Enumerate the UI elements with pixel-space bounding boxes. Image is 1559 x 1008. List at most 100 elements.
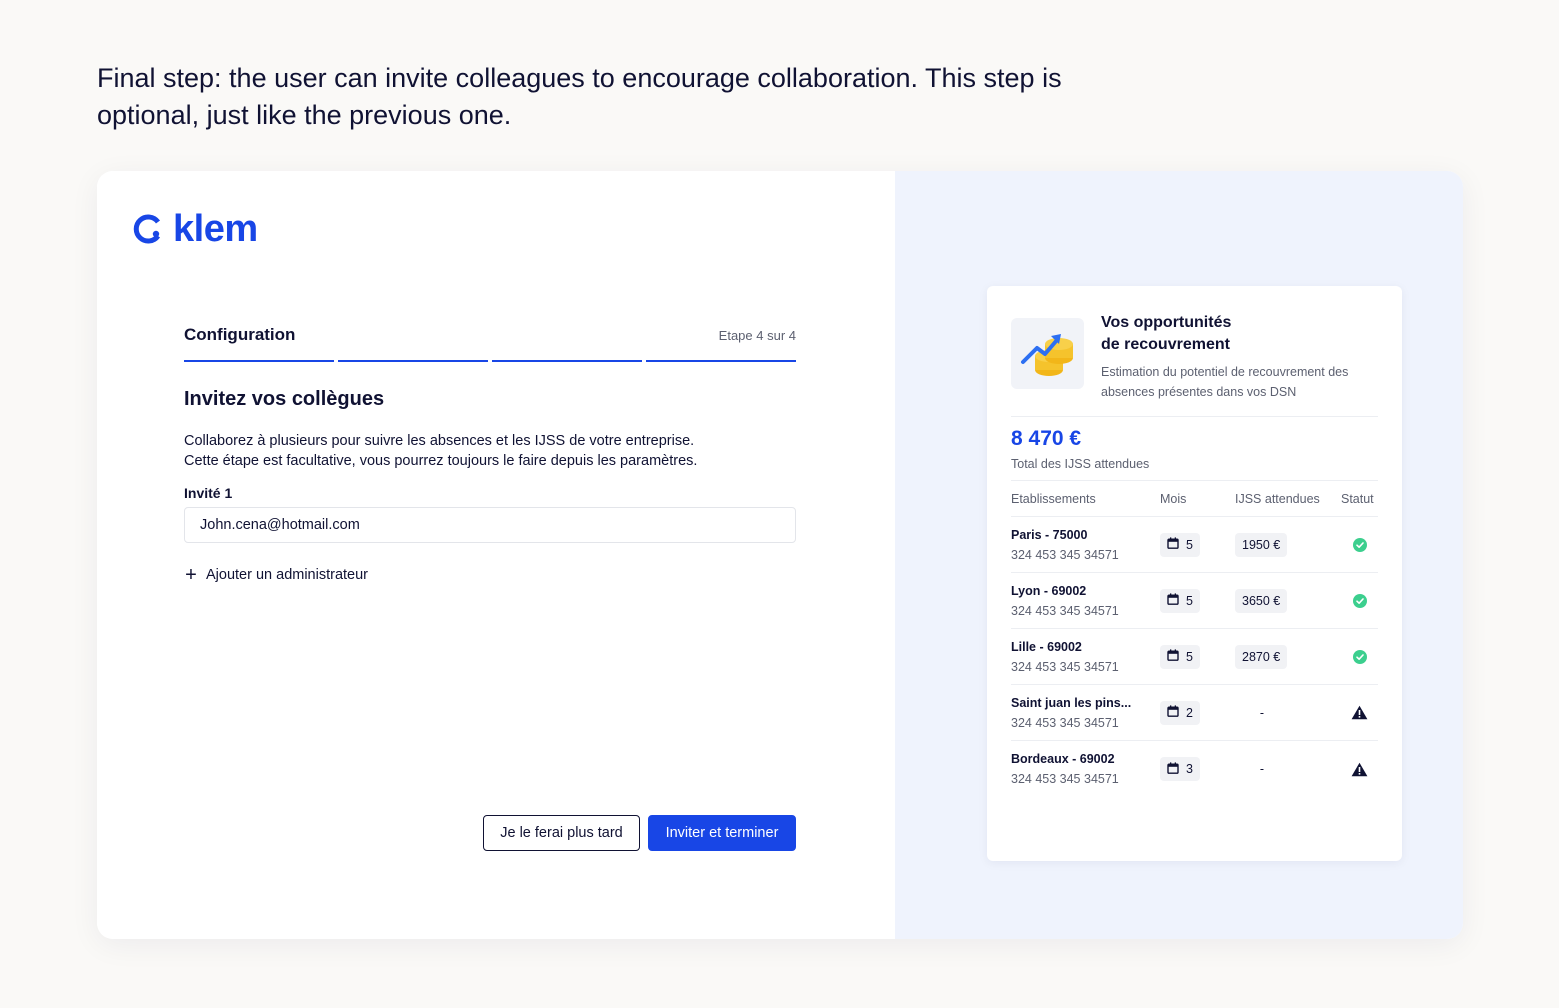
right-pane: Vos opportunités de recouvrement Estimat… (895, 171, 1463, 939)
total-label: Total des IJSS attendues (1011, 457, 1150, 471)
panel-header: Vos opportunités de recouvrement Estimat… (1011, 286, 1378, 402)
plus-icon: + (185, 564, 197, 586)
establishment-siret: 324 453 345 34571 (1011, 603, 1119, 618)
establishment-name: Saint juan les pins... (1011, 695, 1132, 710)
col-header: Etablissements (1011, 491, 1096, 506)
establishment-name: Paris - 75000 (1011, 527, 1088, 542)
invitee-label: Invité 1 (184, 485, 233, 501)
invitee-email-input[interactable] (184, 507, 796, 543)
months-cell: 5 (1160, 588, 1235, 613)
establishment-name: Lille - 69002 (1011, 639, 1082, 654)
col-header: Mois (1160, 491, 1187, 506)
warning-icon (1341, 762, 1378, 777)
establishment-cell: Saint juan les pins... 324 453 345 34571 (1011, 696, 1160, 730)
establishment-siret: 324 453 345 34571 (1011, 547, 1119, 562)
months-value: 5 (1186, 649, 1193, 664)
establishment-cell: Lyon - 69002 324 453 345 34571 (1011, 584, 1160, 618)
months-value: 5 (1186, 593, 1193, 608)
description-line: Collaborez à plusieurs pour suivre les a… (184, 433, 695, 449)
stepper-header: Configuration Etape 4 sur 4 (184, 321, 796, 349)
months-pill: 5 (1160, 532, 1200, 557)
calendar-icon (1167, 593, 1179, 608)
klem-logo-icon (133, 214, 161, 244)
amount-cell: 3650 € (1235, 588, 1341, 613)
progress-segment (646, 360, 796, 362)
establishment-name: Bordeaux - 69002 (1011, 752, 1115, 766)
klem-logo: klem (133, 207, 258, 250)
calendar-icon (1167, 649, 1179, 664)
table-row[interactable]: Lyon - 69002 324 453 345 34571 5 3650 € (1011, 573, 1378, 629)
total-amount: 8 470 € (1011, 427, 1082, 450)
later-button[interactable]: Je le ferai plus tard (483, 815, 640, 851)
panel-title-line: Vos opportunités (1101, 314, 1232, 331)
onboarding-card: klem Configuration Etape 4 sur 4 Invitez… (97, 171, 1463, 939)
table-row[interactable]: Paris - 75000 324 453 345 34571 5 1950 € (1011, 517, 1378, 573)
panel-divider (1011, 416, 1378, 417)
recovery-panel: Vos opportunités de recouvrement Estimat… (987, 286, 1402, 861)
months-pill: 2 (1160, 700, 1200, 725)
months-cell: 2 (1160, 700, 1235, 725)
step-counter: Etape 4 sur 4 (718, 327, 796, 343)
establishment-cell: Lille - 69002 324 453 345 34571 (1011, 640, 1160, 674)
invite-form: Configuration Etape 4 sur 4 Invitez vos … (184, 321, 796, 586)
check-circle-icon (1341, 537, 1378, 552)
months-cell: 5 (1160, 532, 1235, 557)
warning-icon (1341, 705, 1378, 720)
amount-cell: 1950 € (1235, 532, 1341, 557)
establishment-siret: 324 453 345 34571 (1011, 659, 1119, 674)
amount-pill: 3650 € (1235, 588, 1288, 613)
coins-growth-icon (1011, 318, 1084, 389)
months-value: 3 (1186, 762, 1193, 776)
months-pill: 5 (1160, 644, 1200, 669)
table-body: Paris - 75000 324 453 345 34571 5 1950 € Lyo… (1011, 517, 1378, 797)
panel-title: Vos opportunités de recouvrement (1101, 312, 1261, 356)
page-caption: Final step: the user can invite colleagu… (97, 63, 1062, 130)
table-header: Etablissements Mois IJSS attendues Statu… (1011, 481, 1378, 517)
panel-subtitle: Estimation du potentiel de recouvrement … (1101, 365, 1349, 399)
check-circle-icon (1341, 649, 1378, 664)
establishment-cell: Bordeaux - 69002 324 453 345 34571 (1011, 752, 1160, 786)
progress-bar (184, 360, 796, 362)
invite-finish-button[interactable]: Inviter et terminer (648, 815, 796, 851)
invite-description: Collaborez à plusieurs pour suivre les a… (184, 431, 796, 471)
panel-titles: Vos opportunités de recouvrement Estimat… (1101, 312, 1381, 402)
establishment-siret: 324 453 345 34571 (1011, 715, 1119, 730)
progress-segment (492, 360, 642, 362)
table-row[interactable]: Lille - 69002 324 453 345 34571 5 2870 € (1011, 629, 1378, 685)
amount-empty: - (1259, 762, 1265, 776)
amount-cell: - (1235, 704, 1341, 722)
establishment-cell: Paris - 75000 324 453 345 34571 (1011, 528, 1160, 562)
amount-pill: 1950 € (1235, 532, 1288, 557)
col-header: IJSS attendues (1235, 491, 1320, 506)
months-pill: 3 (1160, 757, 1200, 781)
months-cell: 3 (1160, 757, 1235, 781)
description-line: Cette étape est facultative, vous pourre… (184, 453, 698, 469)
col-header: Statut (1341, 491, 1374, 506)
calendar-icon (1167, 705, 1179, 720)
left-pane: klem Configuration Etape 4 sur 4 Invitez… (97, 171, 895, 939)
amount-pill: 2870 € (1235, 644, 1288, 669)
check-circle-icon (1341, 593, 1378, 608)
form-actions: Je le ferai plus tard Inviter et termine… (483, 815, 796, 851)
invite-title: Invitez vos collègues (184, 388, 385, 410)
config-title: Configuration (184, 325, 296, 344)
brand-name: klem (173, 207, 258, 250)
table-row[interactable]: Bordeaux - 69002 324 453 345 34571 3 - (1011, 741, 1378, 797)
progress-segment (184, 360, 334, 362)
establishment-name: Lyon - 69002 (1011, 583, 1087, 598)
months-cell: 5 (1160, 644, 1235, 669)
months-value: 5 (1186, 537, 1193, 552)
add-admin-label: Ajouter un administrateur (206, 567, 368, 583)
progress-segment (338, 360, 488, 362)
add-admin-button[interactable]: + Ajouter un administrateur (184, 564, 368, 586)
months-pill: 5 (1160, 588, 1200, 613)
table-row[interactable]: Saint juan les pins... 324 453 345 34571 2… (1011, 685, 1378, 741)
panel-title-line: de recouvrement (1101, 336, 1230, 353)
amount-cell: 2870 € (1235, 644, 1341, 669)
establishment-siret: 324 453 345 34571 (1011, 772, 1119, 786)
calendar-icon (1167, 537, 1179, 552)
months-value: 2 (1186, 705, 1193, 720)
calendar-icon (1167, 761, 1179, 777)
amount-cell: - (1235, 760, 1341, 778)
amount-empty: - (1259, 705, 1265, 720)
